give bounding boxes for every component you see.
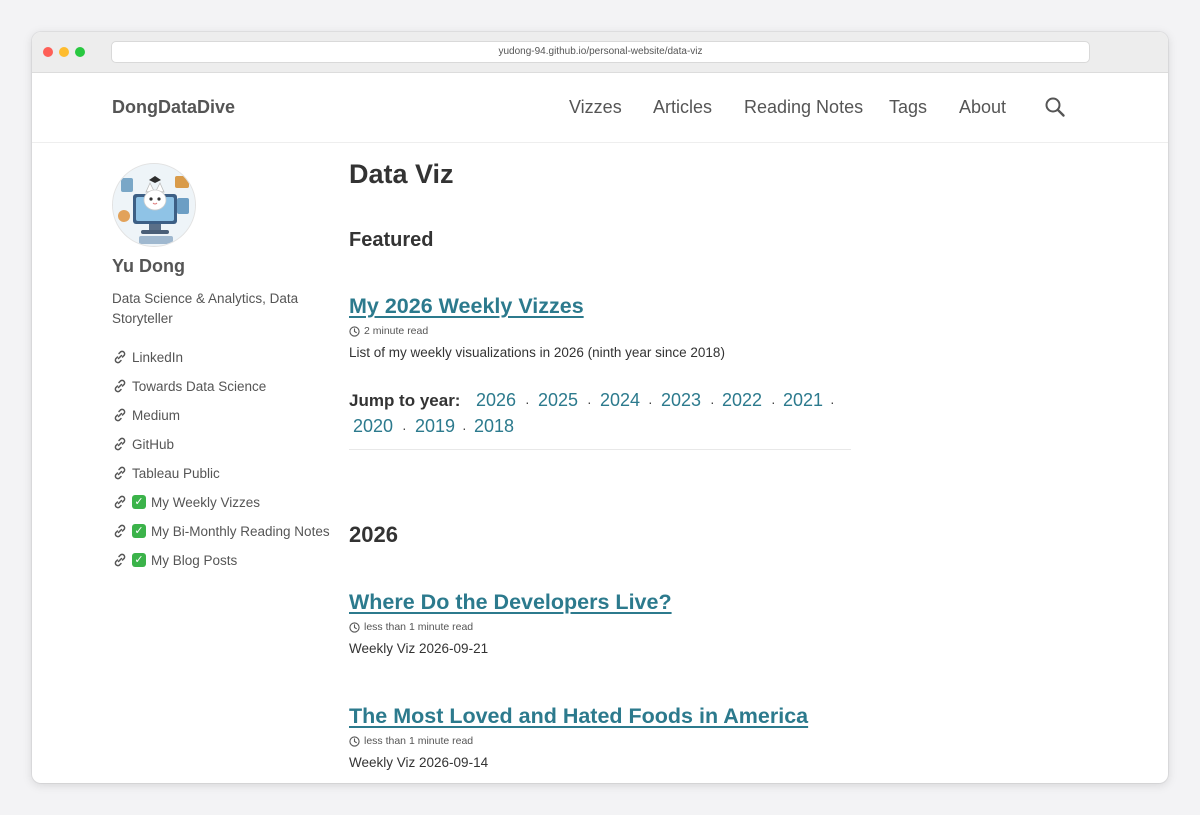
post-read-time: less than 1 minute read <box>349 735 473 747</box>
sidebar-link-linkedin[interactable]: LinkedIn <box>112 347 183 367</box>
sidebar-link-reading-notes[interactable]: ✓ My Bi-Monthly Reading Notes <box>112 521 330 541</box>
nav-about[interactable]: About <box>959 97 1006 118</box>
link-icon <box>114 466 126 480</box>
sidebar-link-medium[interactable]: Medium <box>112 405 180 425</box>
maximize-window-icon[interactable] <box>75 47 85 57</box>
post-excerpt: Weekly Viz 2026-09-21 <box>349 641 489 656</box>
post-title[interactable]: Where Do the Developers Live? <box>349 590 672 615</box>
sidebar-link-github[interactable]: GitHub <box>112 434 174 454</box>
year-separator: · <box>648 394 653 410</box>
year-link-2019[interactable]: 2019 <box>415 416 455 437</box>
post-title[interactable]: The Most Loved and Hated Foods in Americ… <box>349 704 808 729</box>
year-separator: · <box>830 394 835 410</box>
featured-post-title[interactable]: My 2026 Weekly Vizzes <box>349 294 584 319</box>
featured-heading: Featured <box>349 229 434 251</box>
search-icon[interactable] <box>1044 96 1066 118</box>
link-icon <box>114 408 126 422</box>
jump-to-year-label: Jump to year: <box>349 391 461 410</box>
clock-icon <box>349 735 360 747</box>
sidebar-link-label: My Weekly Vizzes <box>151 494 261 510</box>
sidebar-link-blog-posts[interactable]: ✓ My Blog Posts <box>112 550 237 570</box>
year-link-2018[interactable]: 2018 <box>474 416 514 437</box>
browser-titlebar: yudong-94.github.io/personal-website/dat… <box>32 32 1168 73</box>
year-link-2020[interactable]: 2020 <box>353 416 393 437</box>
year-separator: · <box>587 394 592 410</box>
sidebar-link-label: Tableau Public <box>132 465 220 481</box>
read-time-text: less than 1 minute read <box>364 735 474 747</box>
sidebar-link-label: Medium <box>132 407 181 423</box>
page-title: Data Viz <box>349 159 454 189</box>
clock-icon <box>349 621 360 633</box>
sidebar-link-label: LinkedIn <box>132 349 184 365</box>
year-section-heading: 2026 <box>349 522 398 547</box>
sidebar-link-tableau-public[interactable]: Tableau Public <box>112 463 220 483</box>
read-time-text: 2 minute read <box>364 325 429 337</box>
sidebar-link-label: GitHub <box>132 436 175 452</box>
post-read-time: less than 1 minute read <box>349 621 473 633</box>
link-icon <box>114 437 126 451</box>
sidebar-link-label: Towards Data Science <box>132 378 267 394</box>
author-bio: Data Science & Analytics, Data Storytell… <box>112 291 299 326</box>
link-icon <box>114 524 126 538</box>
nav-tags[interactable]: Tags <box>889 97 927 118</box>
sidebar-link-label: My Bi-Monthly Reading Notes <box>151 523 330 539</box>
browser-window: yudong-94.github.io/personal-website/dat… <box>32 32 1168 783</box>
year-link-2023[interactable]: 2023 <box>661 390 701 411</box>
post-excerpt: Weekly Viz 2026-09-14 <box>349 755 489 770</box>
section-divider <box>349 449 851 450</box>
address-bar[interactable]: yudong-94.github.io/personal-website/dat… <box>111 41 1090 63</box>
featured-excerpt: List of my weekly visualizations in 2026… <box>349 345 725 360</box>
sidebar-link-label: My Blog Posts <box>151 552 238 568</box>
read-time-text: less than 1 minute read <box>364 621 474 633</box>
year-separator: · <box>402 420 407 436</box>
link-icon <box>114 350 126 364</box>
year-link-2021[interactable]: 2021 <box>783 390 823 411</box>
check-mark-icon: ✓ <box>132 524 146 538</box>
clock-icon <box>349 325 360 337</box>
year-link-2025[interactable]: 2025 <box>538 390 578 411</box>
site-header: DongDataDive Vizzes Articles Reading Not… <box>32 73 1168 143</box>
nav-vizzes[interactable]: Vizzes <box>569 97 622 118</box>
year-separator: · <box>710 394 715 410</box>
author-avatar <box>112 163 196 247</box>
link-icon <box>114 553 126 567</box>
check-mark-icon: ✓ <box>132 495 146 509</box>
sidebar-link-weekly-vizzes[interactable]: ✓ My Weekly Vizzes <box>112 492 260 512</box>
link-icon <box>114 379 126 393</box>
year-link-2024[interactable]: 2024 <box>600 390 640 411</box>
sidebar-link-towards-data-science[interactable]: Towards Data Science <box>112 376 266 396</box>
year-separator: · <box>771 394 776 410</box>
link-icon <box>114 495 126 509</box>
close-window-icon[interactable] <box>43 47 53 57</box>
nav-articles[interactable]: Articles <box>653 97 712 118</box>
year-link-2022[interactable]: 2022 <box>722 390 762 411</box>
minimize-window-icon[interactable] <box>59 47 69 57</box>
year-link-2026[interactable]: 2026 <box>476 390 516 411</box>
author-name: Yu Dong <box>112 256 185 276</box>
year-separator: · <box>525 394 530 410</box>
site-brand[interactable]: DongDataDive <box>112 97 235 118</box>
nav-reading-notes[interactable]: Reading Notes <box>744 97 863 118</box>
check-mark-icon: ✓ <box>132 553 146 567</box>
featured-read-time: 2 minute read <box>349 325 428 337</box>
year-separator: · <box>462 420 467 436</box>
